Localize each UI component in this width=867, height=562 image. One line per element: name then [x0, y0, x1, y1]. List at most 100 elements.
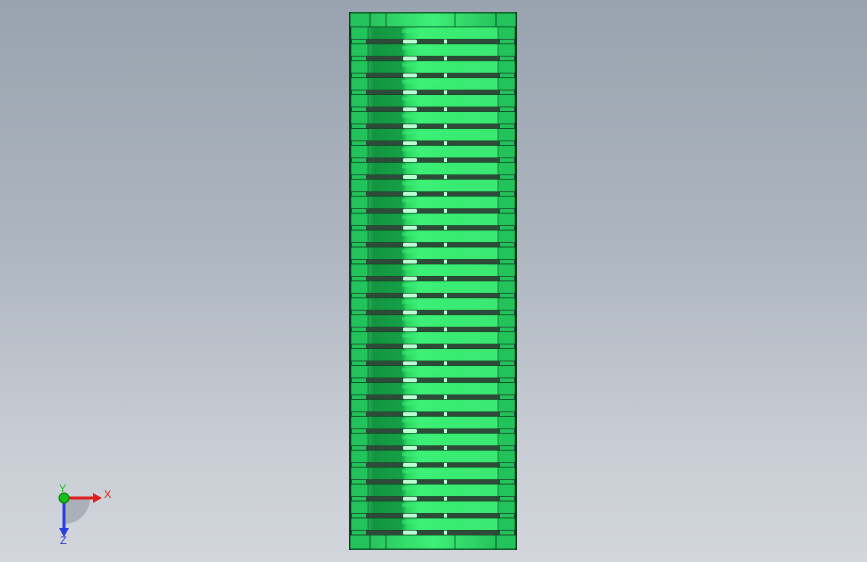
gap-left-lug [352, 175, 366, 179]
roller-gap [351, 174, 515, 180]
roller-left-cap [350, 483, 369, 497]
gap-divider-nub [444, 530, 447, 535]
gap-left-lug [352, 141, 366, 146]
gap-right-lug [500, 446, 514, 450]
conveyor-model[interactable] [348, 12, 518, 550]
gap-center-nub [403, 530, 417, 535]
roller-left-cap [350, 60, 369, 74]
gap-left-lug [352, 276, 366, 281]
gap-center-nub [403, 412, 417, 417]
roller-gap [351, 242, 515, 248]
roller [350, 416, 516, 429]
gap-divider-nub [444, 378, 447, 383]
bottom-cap-right-block [495, 534, 517, 550]
gap-divider-nub [444, 107, 447, 112]
graphics-viewport[interactable]: X Y Z [0, 0, 867, 562]
gap-center-nub [403, 293, 417, 298]
x-axis-label: X [104, 489, 112, 501]
roller [350, 348, 516, 362]
roller-right-cap [497, 145, 516, 158]
roller-left-cap [350, 500, 369, 514]
roller-right-cap [497, 26, 516, 40]
roller-left-cap [350, 280, 369, 294]
gap-left-lug [352, 90, 366, 95]
gap-divider-nub [444, 412, 447, 417]
gap-right-lug [500, 361, 514, 366]
roller-highlight [402, 147, 442, 152]
roller-gap [351, 106, 515, 112]
roller-highlight [402, 350, 442, 355]
roller-highlight [402, 333, 442, 338]
gap-left-lug [352, 192, 366, 196]
gap-center-nub [403, 445, 417, 450]
roller-right-cap [497, 94, 516, 108]
gap-left-lug [352, 124, 366, 129]
roller [350, 263, 516, 277]
roller-highlight [402, 486, 442, 491]
roller-left-cap [350, 263, 369, 277]
gap-center-nub [403, 361, 417, 366]
roller-right-cap [497, 365, 516, 379]
gap-left-lug [352, 429, 366, 433]
gap-left-lug [352, 479, 366, 484]
gap-center-nub [403, 310, 417, 315]
gap-center-nub [403, 344, 417, 349]
roller-highlight [402, 452, 442, 457]
gap-center-nub [403, 175, 417, 179]
gap-divider-nub [444, 445, 447, 450]
roller-highlight [402, 29, 442, 33]
roller-right-cap [497, 263, 516, 277]
roller [350, 111, 516, 125]
gap-left-lug [352, 327, 366, 332]
roller-gap [351, 327, 515, 332]
roller-left-cap [350, 145, 369, 158]
roller-left-cap [350, 331, 369, 345]
gap-divider-nub [444, 158, 447, 163]
roller-left-cap [350, 365, 369, 379]
roller-left-cap [350, 314, 369, 328]
gap-center-nub [403, 39, 417, 44]
roller [350, 128, 516, 142]
gap-left-lug [352, 39, 366, 44]
roller [350, 196, 516, 209]
roller [350, 280, 516, 294]
gap-center-nub [403, 462, 417, 467]
gap-divider-nub [444, 395, 447, 400]
gap-left-lug [352, 496, 366, 501]
roller [350, 43, 516, 57]
roller [350, 94, 516, 108]
roller-highlight [402, 215, 442, 220]
roller-gap [351, 157, 515, 163]
roller-gap [351, 360, 515, 366]
gap-left-lug [352, 513, 366, 518]
roller [350, 246, 516, 260]
roller-gap [351, 73, 515, 78]
roller-right-cap [497, 450, 516, 463]
roller-gap [351, 39, 515, 44]
roller-highlight [402, 401, 442, 406]
gap-right-lug [500, 175, 514, 179]
roller-highlight [402, 317, 442, 321]
gap-divider-nub [444, 175, 447, 179]
gap-left-lug [352, 56, 366, 61]
roller-gap [351, 293, 515, 298]
gap-divider-nub [444, 39, 447, 44]
roller-left-cap [350, 297, 369, 311]
gap-left-lug [352, 361, 366, 366]
roller-highlight [402, 130, 442, 135]
roller-left-cap [350, 128, 369, 142]
roller [350, 26, 516, 40]
rollers-group [349, 12, 517, 550]
frame-left-edge [349, 12, 351, 550]
roller-left-cap [350, 246, 369, 260]
roller-right-cap [497, 500, 516, 514]
gap-right-lug [500, 276, 514, 281]
roller-gap [351, 140, 515, 146]
roller-highlight [402, 300, 442, 304]
roller-highlight [402, 249, 442, 253]
gap-divider-nub [444, 73, 447, 78]
roller-highlight [402, 435, 442, 440]
roller-gap [351, 479, 515, 485]
gap-left-lug [352, 446, 366, 450]
gap-center-nub [403, 90, 417, 95]
